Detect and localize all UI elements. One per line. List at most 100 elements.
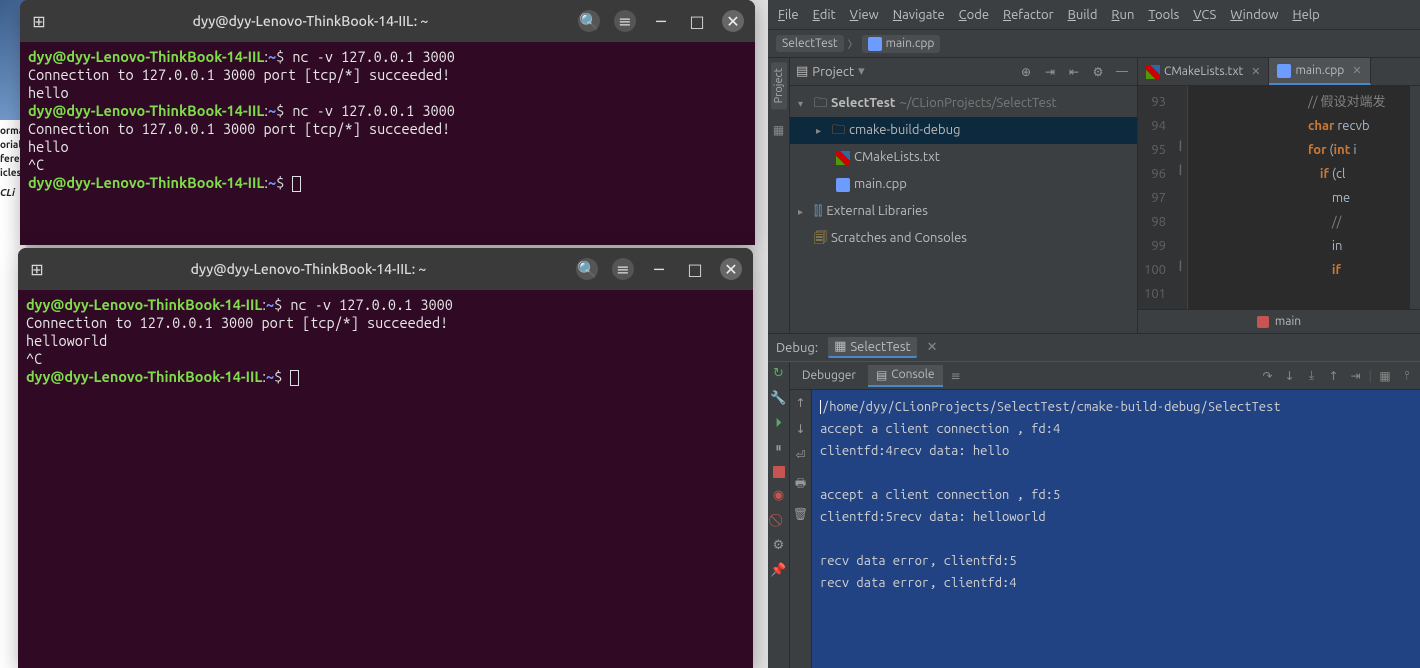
project-panel-header[interactable]: ▤ Project ▾ ⊕ ⇥ ⇤ ⚙ — <box>790 58 1137 86</box>
down-icon[interactable]: ↓ <box>795 422 805 436</box>
console-icon: ▤ <box>876 368 887 382</box>
menu-refactor[interactable]: Refactor <box>997 6 1060 24</box>
menu-build[interactable]: Build <box>1062 6 1104 24</box>
close-tab-icon[interactable]: ✕ <box>1251 65 1260 78</box>
menu-view[interactable]: View <box>844 6 885 24</box>
collapse-icon[interactable]: ⇤ <box>1065 65 1083 79</box>
new-tab-icon[interactable]: ⊞ <box>26 8 52 34</box>
minimize-icon[interactable]: ─ <box>645 7 677 35</box>
cpp-file-icon <box>1277 64 1291 78</box>
debug-panel: Debug: ▦SelectTest ✕ ↻ 🔧 ⏵ ⏸ ◉ ⃠ ⚙ 📌 Deb… <box>768 333 1420 668</box>
menu-icon[interactable]: ≡ <box>607 255 639 283</box>
hide-icon[interactable]: — <box>1113 65 1131 78</box>
menu-edit[interactable]: Edit <box>807 6 842 24</box>
minimize-icon[interactable]: ─ <box>643 255 675 283</box>
menu-help[interactable]: Help <box>1287 6 1326 24</box>
chevron-right-icon: 〉 <box>848 36 858 51</box>
rerun-icon[interactable]: ↻ <box>770 366 788 381</box>
search-icon[interactable]: 🔍 <box>573 7 605 35</box>
tree-external-libraries[interactable]: ▸⫿⫿ External Libraries <box>790 198 1137 225</box>
tab-main.cpp[interactable]: main.cpp✕ <box>1269 58 1370 85</box>
fold-gutter[interactable]: ┃┃┃ <box>1174 86 1188 309</box>
debug-toolbar-left[interactable]: ↻ 🔧 ⏵ ⏸ ◉ ⃠ ⚙ 📌 <box>768 362 790 668</box>
menu-window[interactable]: Window <box>1224 6 1284 24</box>
menu-file[interactable]: File <box>772 6 805 24</box>
project-tool-button[interactable]: Project <box>771 62 787 109</box>
gear-icon[interactable]: ⚙ <box>1089 65 1107 79</box>
tree-scratches[interactable]: ▸🗐 Scratches and Consoles <box>790 225 1137 252</box>
breadcrumb-project[interactable]: SelectTest <box>776 35 844 52</box>
run-to-cursor-icon[interactable]: ⇥ <box>1347 369 1365 383</box>
project-tree[interactable]: ▾🗀 SelectTest ~/CLionProjects/SelectTest… <box>790 86 1137 333</box>
stop-icon[interactable] <box>773 466 785 478</box>
console-toolbar[interactable]: ↑ ↓ ⏎ 🖶 🗑 <box>790 390 812 668</box>
resume-icon[interactable]: ⏵ <box>770 416 788 431</box>
tree-file-maincpp[interactable]: main.cpp <box>790 171 1137 198</box>
more-icon[interactable]: ≡ <box>947 369 965 383</box>
left-tool-gutter[interactable]: Project ▦ <box>768 58 790 333</box>
debug-config[interactable]: ▦SelectTest <box>828 337 917 358</box>
step-into-icon[interactable]: ↓ <box>1281 369 1299 383</box>
debug-tab-bar[interactable]: Debugger ▤Console ≡ ↷ ↓ ⤓ ↑ ⇥ | ▦ ⫯ <box>790 362 1420 390</box>
maximize-icon[interactable]: □ <box>681 7 713 35</box>
tree-file-cmakelists[interactable]: CMakeLists.txt <box>790 144 1137 171</box>
terminal2-body[interactable]: dyy@dyy-Lenovo-ThinkBook-14-IIL:~$ nc -v… <box>18 290 753 392</box>
tab-console[interactable]: ▤Console <box>868 365 943 387</box>
tree-folder-cmake-build[interactable]: ▸🗀 cmake-build-debug <box>790 117 1137 144</box>
print-icon[interactable]: 🖶 <box>795 474 806 495</box>
navigation-bar[interactable]: SelectTest 〉 main.cpp <box>768 30 1420 58</box>
editor-breadcrumb[interactable]: main <box>1138 309 1420 333</box>
tab-CMakeLists.txt[interactable]: CMakeLists.txt✕ <box>1138 58 1269 85</box>
up-icon[interactable]: ↑ <box>795 396 805 410</box>
gear-icon[interactable]: ⚙ <box>770 538 788 553</box>
step-over-icon[interactable]: ↷ <box>1259 369 1277 383</box>
debug-panel-header[interactable]: Debug: ▦SelectTest ✕ <box>768 334 1420 362</box>
expand-icon[interactable]: ⇥ <box>1041 65 1059 79</box>
pin-icon[interactable]: 📌 <box>770 563 788 578</box>
menu-run[interactable]: Run <box>1105 6 1140 24</box>
terminal1-title: dyy@dyy-Lenovo-ThinkBook-14-IIL: ~ <box>52 13 569 29</box>
close-icon[interactable]: ✕ <box>715 255 747 283</box>
wrap-icon[interactable]: ⏎ <box>795 448 805 462</box>
menu-navigate[interactable]: Navigate <box>887 6 951 24</box>
ide-window: FileEditViewNavigateCodeRefactorBuildRun… <box>768 0 1420 668</box>
locate-icon[interactable]: ⊕ <box>1017 65 1035 79</box>
debug-console[interactable]: /home/dyy/CLionProjects/SelectTest/cmake… <box>812 390 1420 668</box>
mute-breakpoints-icon[interactable]: ⃠ <box>770 513 788 528</box>
terminal2-titlebar[interactable]: ⊞ dyy@dyy-Lenovo-ThinkBook-14-IIL: ~ 🔍 ≡… <box>18 248 753 290</box>
terminal-window-1[interactable]: ⊞ dyy@dyy-Lenovo-ThinkBook-14-IIL: ~ 🔍 ≡… <box>20 0 755 245</box>
menu-vcs[interactable]: VCS <box>1187 6 1222 24</box>
clear-icon[interactable]: 🗑 <box>793 507 808 521</box>
force-step-into-icon[interactable]: ⤓ <box>1303 369 1321 383</box>
vertical-scrollbar[interactable] <box>1410 86 1420 309</box>
close-tab-icon[interactable]: ✕ <box>1352 64 1361 77</box>
view-breakpoints-icon[interactable]: ◉ <box>770 488 788 503</box>
tab-debugger[interactable]: Debugger <box>794 366 864 385</box>
scratch-icon: 🗐 <box>814 225 827 252</box>
menu-bar[interactable]: FileEditViewNavigateCodeRefactorBuildRun… <box>768 0 1420 30</box>
pause-icon[interactable]: ⏸ <box>770 441 788 456</box>
structure-tool-icon[interactable]: ▦ <box>773 123 784 137</box>
code-editor[interactable]: // 假设对端发char recvbfor (int i if (cl me /… <box>1188 86 1410 309</box>
new-tab-icon[interactable]: ⊞ <box>24 256 50 282</box>
chevron-down-icon[interactable]: ▾ <box>858 64 865 79</box>
search-icon[interactable]: 🔍 <box>571 255 603 283</box>
trace-icon[interactable]: ⫯ <box>1398 369 1416 383</box>
editor-area: CMakeLists.txt✕main.cpp✕ 939495969798991… <box>1138 58 1420 333</box>
tree-root[interactable]: ▾🗀 SelectTest ~/CLionProjects/SelectTest <box>790 90 1137 117</box>
maximize-icon[interactable]: □ <box>679 255 711 283</box>
menu-code[interactable]: Code <box>953 6 995 24</box>
cpp-file-icon <box>868 37 882 51</box>
menu-icon[interactable]: ≡ <box>609 7 641 35</box>
editor-tab-bar[interactable]: CMakeLists.txt✕main.cpp✕ <box>1138 58 1420 86</box>
menu-tools[interactable]: Tools <box>1142 6 1185 24</box>
terminal-window-2[interactable]: ⊞ dyy@dyy-Lenovo-ThinkBook-14-IIL: ~ 🔍 ≡… <box>18 248 753 668</box>
step-out-icon[interactable]: ↑ <box>1325 369 1343 383</box>
close-icon[interactable]: ✕ <box>717 7 749 35</box>
evaluate-icon[interactable]: ▦ <box>1376 369 1394 383</box>
terminal1-body[interactable]: dyy@dyy-Lenovo-ThinkBook-14-IIL:~$ nc -v… <box>20 42 755 198</box>
close-debug-tab-icon[interactable]: ✕ <box>927 340 938 355</box>
terminal1-titlebar[interactable]: ⊞ dyy@dyy-Lenovo-ThinkBook-14-IIL: ~ 🔍 ≡… <box>20 0 755 42</box>
breadcrumb-file[interactable]: main.cpp <box>862 35 941 53</box>
wrench-icon[interactable]: 🔧 <box>770 391 788 406</box>
